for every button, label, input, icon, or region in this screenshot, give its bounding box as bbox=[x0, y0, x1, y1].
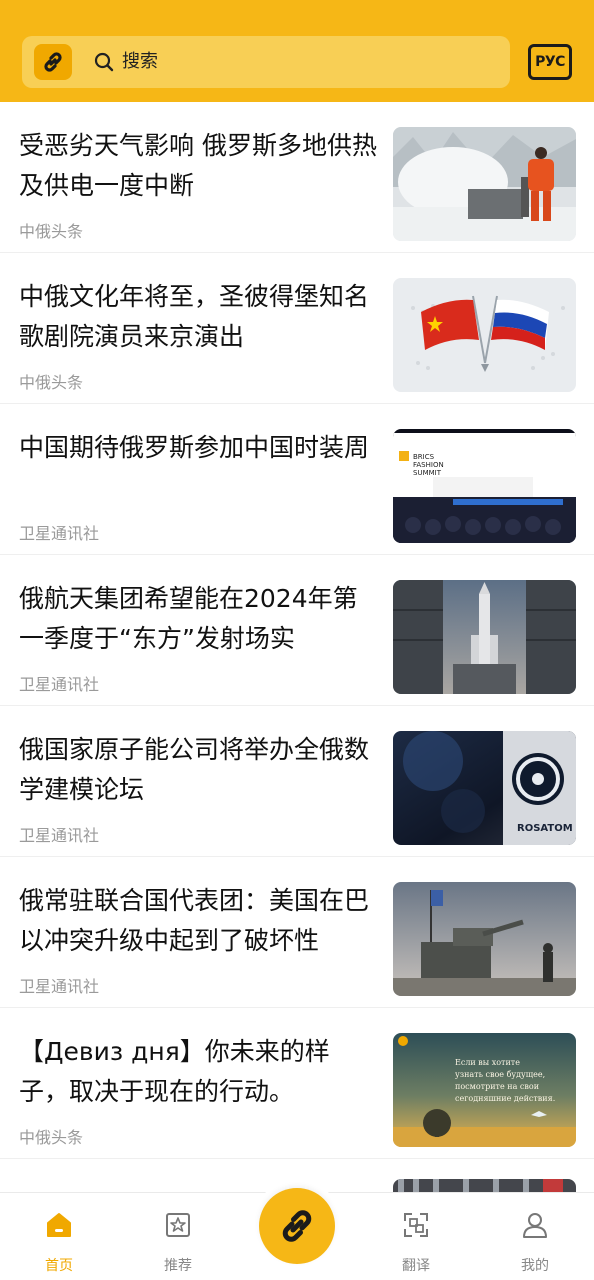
motto-line-2: узнать свое будущее, bbox=[455, 1070, 545, 1079]
news-item[interactable]: 俄常驻联合国代表团：美国在巴以冲突升级中起到了破坏性 卫星通讯社 bbox=[0, 857, 594, 1008]
news-title[interactable]: 俄国家原子能公司将举办全俄数学建模论坛 bbox=[19, 730, 377, 810]
nav-translate-label: 翻译 bbox=[402, 1258, 430, 1274]
news-item[interactable]: 俄国家原子能公司将举办全俄数学建模论坛 卫星通讯社 ROSATOM bbox=[0, 706, 594, 857]
link-icon bbox=[282, 1210, 312, 1242]
motto-line-1: Если вы хотите bbox=[455, 1058, 520, 1067]
news-source: 卫星通讯社 bbox=[19, 524, 100, 543]
nav-home[interactable]: 首页 bbox=[19, 1193, 99, 1280]
nav-recommend[interactable]: 推荐 bbox=[138, 1193, 218, 1280]
nav-home-label: 首页 bbox=[45, 1258, 73, 1274]
search-bar[interactable]: 搜索 bbox=[22, 36, 510, 88]
language-switch-button[interactable]: РУС bbox=[528, 44, 572, 80]
news-thumbnail-flags[interactable] bbox=[393, 278, 576, 392]
news-item[interactable]: 中俄文化年将至，圣彼得堡知名歌剧院演员来京演出 中俄头条 bbox=[0, 253, 594, 404]
news-title[interactable]: 受恶劣天气影响 俄罗斯多地供热及供电一度中断 bbox=[19, 126, 377, 206]
news-item[interactable]: 中国期待俄罗斯参加中国时装周 卫星通讯社 BRICS FASHION SUMMI… bbox=[0, 404, 594, 555]
translate-icon bbox=[404, 1213, 428, 1237]
news-source: 卫星通讯社 bbox=[19, 826, 100, 845]
center-link-button[interactable] bbox=[259, 1188, 335, 1264]
news-title[interactable]: 俄航天集团希望能在2024年第一季度于“东方”发射场实 bbox=[19, 579, 377, 659]
rosatom-logo-text: ROSATOM bbox=[517, 823, 573, 834]
news-item[interactable]: 【Девиз дня】你未来的样子，取决于现在的行动。 中俄头条 Если вы… bbox=[0, 1008, 594, 1159]
news-title[interactable]: 【Девиз дня】你未来的样子，取决于现在的行动。 bbox=[19, 1032, 377, 1112]
profile-icon bbox=[523, 1213, 547, 1238]
nav-profile-label: 我的 bbox=[521, 1258, 549, 1274]
nav-recommend-label: 推荐 bbox=[164, 1258, 192, 1274]
news-title[interactable]: 中国期待俄罗斯参加中国时装周 bbox=[19, 428, 377, 468]
search-input[interactable]: 搜索 bbox=[122, 49, 158, 75]
motto-line-3: посмотрите на свои bbox=[455, 1082, 539, 1091]
news-thumbnail-motto[interactable]: Если вы хотите узнать свое будущее, посм… bbox=[393, 1033, 576, 1147]
search-icon bbox=[94, 52, 114, 72]
news-item[interactable]: 受恶劣天气影响 俄罗斯多地供热及供电一度中断 中俄头条 bbox=[0, 102, 594, 253]
news-thumbnail-rosatom[interactable]: ROSATOM bbox=[393, 731, 576, 845]
news-source: 中俄头条 bbox=[19, 1128, 84, 1147]
news-thumbnail-military[interactable] bbox=[393, 882, 576, 996]
app-logo-link-icon[interactable] bbox=[34, 44, 72, 80]
top-header: 搜索 РУС bbox=[0, 0, 594, 102]
news-source: 中俄头条 bbox=[19, 373, 84, 392]
motto-line-4: сегодняшние действия. bbox=[455, 1094, 555, 1103]
news-thumbnail-partial[interactable] bbox=[393, 1179, 576, 1192]
nav-translate[interactable]: 翻译 bbox=[376, 1193, 456, 1280]
news-source: 卫星通讯社 bbox=[19, 675, 100, 694]
news-source: 中俄头条 bbox=[19, 222, 84, 241]
star-bookmark-icon bbox=[166, 1213, 190, 1237]
news-thumbnail-fashion-summit[interactable]: BRICS FASHION SUMMIT bbox=[393, 429, 576, 543]
news-thumbnail-snow-worker[interactable] bbox=[393, 127, 576, 241]
news-feed: 受恶劣天气影响 俄罗斯多地供热及供电一度中断 中俄头条 中俄文化年将至，圣彼得堡… bbox=[0, 102, 594, 1192]
svg-text:FASHION: FASHION bbox=[413, 461, 444, 469]
svg-text:SUMMIT: SUMMIT bbox=[413, 469, 442, 477]
summit-label: BRICS bbox=[413, 453, 435, 461]
news-item[interactable]: 俄航天集团希望能在2024年第一季度于“东方”发射场实 卫星通讯社 bbox=[0, 555, 594, 706]
home-icon bbox=[47, 1213, 71, 1237]
news-thumbnail-rocket[interactable] bbox=[393, 580, 576, 694]
news-title[interactable]: 俄常驻联合国代表团：美国在巴以冲突升级中起到了破坏性 bbox=[19, 881, 377, 961]
nav-profile[interactable]: 我的 bbox=[495, 1193, 575, 1280]
news-source: 卫星通讯社 bbox=[19, 977, 100, 996]
news-title[interactable]: 中俄文化年将至，圣彼得堡知名歌剧院演员来京演出 bbox=[19, 277, 377, 357]
